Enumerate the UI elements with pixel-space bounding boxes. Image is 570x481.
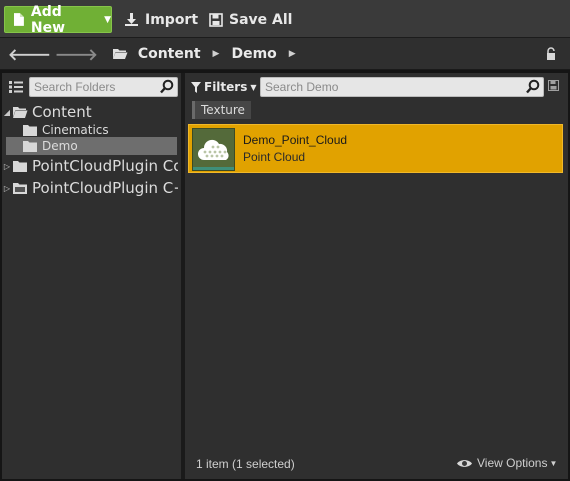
search-icon [526,79,540,94]
folder-icon [23,140,37,152]
breadcrumb-separator-icon[interactable]: ▶ [289,49,296,59]
view-options-label: View Options [477,456,548,470]
asset-name: Demo_Point_Cloud [243,133,348,147]
breadcrumb-demo[interactable]: Demo [231,46,276,62]
asset-count-status: 1 item (1 selected) [196,457,295,471]
point-cloud-icon [198,139,229,160]
chevron-down-icon: ▼ [104,14,111,25]
add-new-label: Add New [30,3,66,36]
tree-item-label: PointCloudPlugin Co [32,157,178,175]
search-assets-input[interactable] [261,80,525,94]
search-icon [160,79,174,94]
tree-item-pointcloudplugin-cpp[interactable]: ▷ PointCloudPlugin C+ [2,179,178,197]
tree-item-label: Content [32,103,92,121]
search-assets-field[interactable] [260,77,544,97]
breadcrumb-content[interactable]: Content [138,46,201,62]
folder-open-icon [112,49,128,59]
tree-item-label: Demo [42,139,78,153]
collapsed-arrow-icon[interactable]: ▷ [2,162,12,171]
tree-item-label: PointCloudPlugin C+ [32,179,178,197]
folder-icon [13,160,27,172]
download-icon [125,13,138,26]
view-options-button[interactable]: View Options ▼ [456,456,557,470]
collapsed-arrow-icon[interactable]: ▷ [2,184,12,193]
asset-type-color-bar [193,167,234,170]
back-arrow-icon[interactable]: 🡐 [8,44,51,64]
sources-panel-toggle-icon[interactable] [8,80,24,94]
expanded-arrow-icon[interactable]: ◢ [2,108,12,117]
filter-tag-texture[interactable]: Texture [192,101,251,119]
asset-type: Point Cloud [243,150,306,164]
asset-tile-demo-point-cloud[interactable]: Demo_Point_Cloud Point Cloud [188,124,563,173]
forward-arrow-icon[interactable]: 🡒 [55,44,98,64]
filter-icon [191,81,201,93]
tree-item-pointcloudplugin-content[interactable]: ▷ PointCloudPlugin Co [2,157,178,175]
tree-item-content[interactable]: ◢ Content [2,103,177,121]
tree-item-label: Cinematics [42,123,109,137]
save-icon [209,12,223,27]
eye-icon [457,459,472,467]
asset-thumbnail [192,128,235,171]
chevron-down-icon: ▼ [250,82,257,92]
lock-icon[interactable] [545,47,557,61]
import-label: Import [145,11,199,28]
cpp-folder-icon [13,182,27,194]
folder-open-icon [13,106,28,118]
save-all-label: Save All [229,11,293,28]
content-browser-toolbar: Add New ▼ Import Save All [0,0,570,38]
folder-icon [23,124,37,136]
save-all-button[interactable]: Save All [209,6,292,33]
filters-button[interactable]: Filters ▼ [191,78,257,96]
add-new-button[interactable]: Add New ▼ [4,3,112,36]
filter-tag-label: Texture [201,103,245,117]
import-button[interactable]: Import [124,6,198,33]
chevron-down-icon: ▼ [549,458,558,468]
filters-label: Filters [204,80,248,94]
tree-item-demo[interactable]: Demo [6,137,177,155]
search-folders-field[interactable] [29,77,178,97]
folder-tree-panel: ◢ Content Cinematics Demo ▷ PointCloudPl… [2,73,181,479]
path-bar: 🡐 🡒 Content ▶ Demo ▶ [0,38,570,70]
save-search-icon[interactable] [548,80,559,91]
breadcrumb-separator-icon[interactable]: ▶ [213,49,220,59]
search-folders-input[interactable] [30,80,159,94]
new-file-icon [13,13,24,26]
